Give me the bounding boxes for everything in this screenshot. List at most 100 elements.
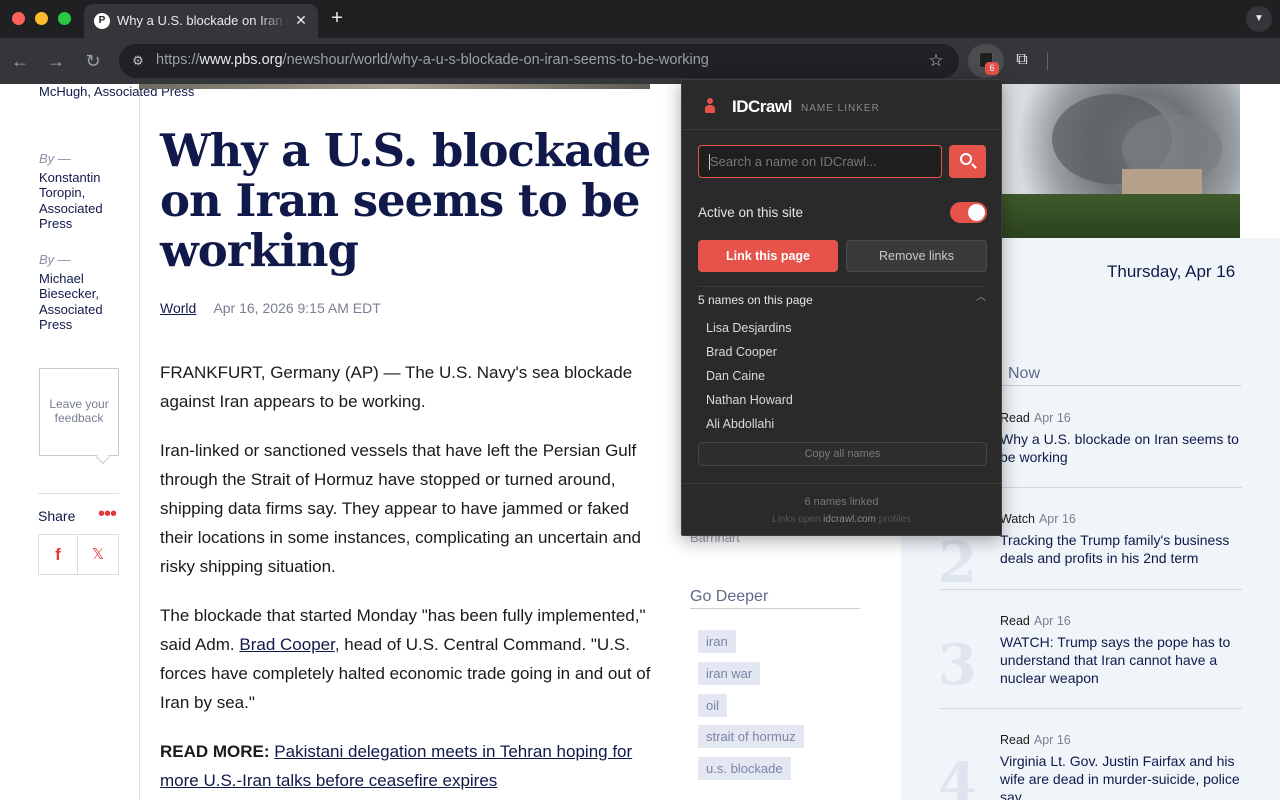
toolbar-divider <box>1047 52 1048 70</box>
more-share-icon[interactable]: ••• <box>98 504 117 524</box>
brad-cooper-link[interactable]: Brad Cooper <box>239 635 334 654</box>
detected-name[interactable]: Brad Cooper <box>706 345 777 359</box>
detected-name[interactable]: Ali Abdollahi <box>706 417 774 431</box>
sidebar-photo[interactable] <box>1002 84 1240 238</box>
detected-name[interactable]: Nathan Howard <box>706 393 793 407</box>
go-deeper-heading: Go Deeper <box>690 588 769 605</box>
reload-button[interactable]: ↻ <box>82 50 104 72</box>
popup-brand: IDCrawl <box>732 97 792 116</box>
item-date: Apr 16 <box>1038 512 1076 526</box>
trending-now-heading: Now <box>1008 365 1041 382</box>
chevron-up-icon[interactable]: ︿ <box>975 292 987 304</box>
detected-name[interactable]: Dan Caine <box>706 369 765 383</box>
person-icon <box>705 98 715 114</box>
page-content: McHugh, Associated Press By — Konstantin… <box>0 84 1280 800</box>
item-title[interactable]: Why a U.S. blockade on Iran seems to be … <box>1000 430 1242 466</box>
hero-image-edge <box>139 84 650 89</box>
close-tab-icon[interactable]: ✕ <box>292 11 310 29</box>
trending-divider <box>1000 385 1241 386</box>
tab-search-chevron-icon[interactable]: ▼ <box>1246 6 1272 32</box>
tab-strip: P Why a U.S. blockade on Iran seems to b… <box>0 0 1280 38</box>
minimize-window-button[interactable] <box>35 12 48 25</box>
browser-toolbar: ← → ↻ ⚙ https://www.pbs.org/newshour/wor… <box>0 38 1280 84</box>
name-search-input[interactable]: Search a name on IDCrawl... <box>698 145 942 178</box>
site-settings-icon[interactable]: ⚙ <box>129 52 147 70</box>
item-type: Read <box>1000 733 1030 747</box>
tab-title: Why a U.S. blockade on Iran seems to be … <box>117 13 289 28</box>
footer-text: profiles <box>875 514 911 525</box>
active-toggle[interactable] <box>950 202 987 223</box>
footer-divider <box>682 483 1001 484</box>
search-icon-handle <box>971 163 977 169</box>
remove-links-button[interactable]: Remove links <box>846 240 987 272</box>
trending-item[interactable]: Read Apr 16 Why a U.S. blockade on Iran s… <box>1000 411 1242 466</box>
facebook-share-icon[interactable]: f <box>38 535 78 575</box>
new-tab-button[interactable]: + <box>327 8 347 28</box>
read-more-label: READ MORE: <box>160 742 270 761</box>
address-bar[interactable]: ⚙ https://www.pbs.org/newshour/world/why… <box>119 44 959 78</box>
feedback-button[interactable]: Leave your feedback <box>39 368 119 465</box>
search-button[interactable] <box>949 145 986 178</box>
trending-item[interactable]: 2 Watch Apr 16 Tracking the Trump family'… <box>938 512 1242 596</box>
names-header[interactable]: 5 names on this page <box>698 293 813 307</box>
item-type: Watch <box>1000 512 1035 526</box>
extensions-puzzle-icon[interactable]: ⧉ <box>1008 46 1036 74</box>
item-kind: Watch Apr 16 <box>1000 512 1242 526</box>
left-column-divider <box>139 84 140 800</box>
topic-tag[interactable]: u.s. blockade <box>698 757 791 780</box>
copy-all-names-button[interactable]: Copy all names <box>698 442 987 466</box>
idcrawl-extension-button[interactable]: 6 <box>968 44 1004 78</box>
topic-tag[interactable]: strait of hormuz <box>698 725 804 748</box>
photo-trees <box>1002 194 1240 238</box>
byline-name[interactable]: Michael Biesecker, Associated Press <box>39 271 121 333</box>
linked-count: 6 names linked <box>804 496 879 508</box>
popup-subtitle: NAME LINKER <box>801 103 880 114</box>
byline: By — Konstantin Toropin, Associated Pres… <box>39 151 121 232</box>
maximize-window-button[interactable] <box>58 12 71 25</box>
read-more: READ MORE: Pakistani delegation meets in… <box>160 737 660 795</box>
item-date: Apr 16 <box>1033 614 1071 628</box>
back-button[interactable]: ← <box>9 50 31 72</box>
article-headline: Why a U.S. blockade on Iran seems to be … <box>160 124 651 277</box>
detected-name[interactable]: Lisa Desjardins <box>706 321 791 335</box>
item-rank: 3 <box>938 632 977 698</box>
byline-prefix: By — <box>39 151 71 166</box>
trending-divider <box>940 589 1242 590</box>
byline: By — Michael Biesecker, Associated Press <box>39 252 121 333</box>
go-deeper-divider <box>690 608 860 609</box>
item-title[interactable]: WATCH: Trump says the pope has to unders… <box>1000 633 1242 687</box>
item-title[interactable]: Tracking the Trump family's business dea… <box>1000 531 1242 567</box>
idcrawl-popup: IDCrawl NAME LINKER Search a name on IDC… <box>681 79 1002 536</box>
browser-window: P Why a U.S. blockade on Iran seems to b… <box>0 0 1280 800</box>
names-divider <box>698 286 986 287</box>
topic-tag[interactable]: oil <box>698 694 728 717</box>
url-text[interactable]: https://www.pbs.org/newshour/world/why-a… <box>156 52 709 68</box>
publish-date: Apr 16, 2026 9:15 AM EDT <box>213 300 381 316</box>
close-window-button[interactable] <box>12 12 25 25</box>
extension-badge: 6 <box>985 62 999 75</box>
item-kind: Read Apr 16 <box>1000 733 1242 747</box>
trending-divider <box>940 708 1242 709</box>
footer-text: Links open <box>772 514 824 525</box>
active-on-site-label: Active on this site <box>698 205 804 220</box>
section-link[interactable]: World <box>160 300 196 316</box>
search-icon <box>960 153 972 165</box>
item-rank: 4 <box>938 751 977 800</box>
item-kind: Read Apr 16 <box>1000 411 1242 425</box>
forward-button[interactable]: → <box>45 50 67 72</box>
bookmark-star-icon[interactable]: ☆ <box>925 50 947 72</box>
popup-footer: Links open idcrawl.com profiles <box>682 514 1001 525</box>
item-kind: Read Apr 16 <box>1000 614 1242 628</box>
byline-prefix: By — <box>39 252 71 267</box>
x-share-icon[interactable]: 𝕏 <box>78 535 119 575</box>
browser-tab[interactable]: P Why a U.S. blockade on Iran seems to b… <box>84 4 318 38</box>
topic-tag[interactable]: iran war <box>698 662 761 685</box>
trending-item[interactable]: 3 Read Apr 16 WATCH: Trump says the pope … <box>938 614 1242 698</box>
link-page-button[interactable]: Link this page <box>698 240 838 272</box>
topic-tag[interactable]: iran <box>698 630 736 653</box>
item-type: Read <box>1000 411 1030 425</box>
trending-item[interactable]: 4 Read Apr 16 Virginia Lt. Gov. Justin Fa… <box>938 733 1242 800</box>
byline-name[interactable]: Konstantin Toropin, Associated Press <box>39 170 121 232</box>
idcrawl-link[interactable]: idcrawl.com <box>823 514 876 525</box>
item-title[interactable]: Virginia Lt. Gov. Justin Fairfax and his… <box>1000 752 1242 800</box>
